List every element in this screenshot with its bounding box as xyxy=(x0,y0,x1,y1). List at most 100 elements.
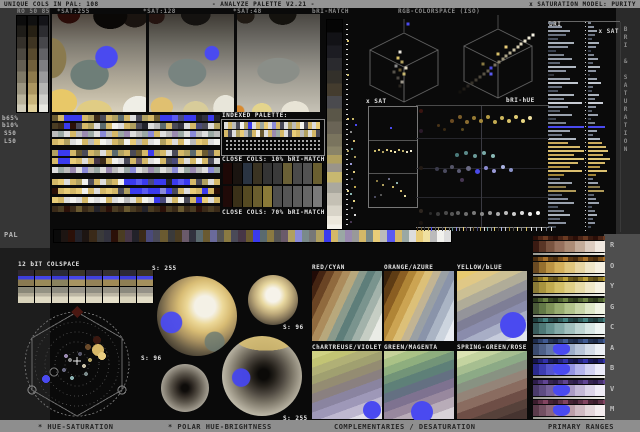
scatter-dot xyxy=(473,154,477,158)
scatter-dot xyxy=(507,119,511,123)
close-cols-10-label: CLOSE COLS: 10% bRI-MATCH xyxy=(222,156,325,163)
bri-bar xyxy=(548,110,560,112)
scatter-dot xyxy=(460,178,464,182)
primary-main-strip xyxy=(533,261,605,273)
bri-bar xyxy=(548,30,570,32)
pal-segment xyxy=(444,230,452,242)
pal-segment xyxy=(139,230,147,242)
sat-bar xyxy=(588,126,605,128)
sat-speck xyxy=(400,190,402,192)
close-cols-70-label: CLOSE COLS: 70% bRI-MATCH xyxy=(222,209,325,216)
palette-swatch xyxy=(316,122,320,129)
pal-segment xyxy=(295,230,303,242)
blue-blob xyxy=(363,400,382,419)
scatter-dot xyxy=(442,127,446,131)
sat-bar xyxy=(588,194,594,196)
b10-label: b10% xyxy=(2,122,19,129)
rug-tick xyxy=(517,227,518,231)
primary-thin-strip xyxy=(533,277,605,281)
comp-panel-label: YELLOW/bLUE xyxy=(457,264,503,271)
bri-hue-label: bRI-hUE xyxy=(506,97,535,104)
rug-tick xyxy=(541,227,542,231)
sorted-palette-strip xyxy=(53,229,452,243)
pal-segment xyxy=(259,230,267,242)
tick-speck xyxy=(350,163,352,165)
pal-segment xyxy=(401,230,409,242)
sat-bar xyxy=(588,190,604,192)
strip-segment xyxy=(214,179,220,185)
pal-segment xyxy=(181,230,189,242)
pal-segment xyxy=(167,230,175,242)
close-cols-row-10 xyxy=(223,163,323,184)
sat-bar xyxy=(588,98,595,100)
close-col-swatch xyxy=(273,186,283,207)
scatter-dot xyxy=(509,168,513,172)
scatter-dot xyxy=(492,169,496,173)
rug-tick xyxy=(513,227,514,231)
pal-segment xyxy=(217,230,225,242)
primary-light-strip xyxy=(533,314,605,317)
close-col-swatch xyxy=(293,163,303,184)
colspace-tile xyxy=(35,287,51,303)
primary-light-strip xyxy=(533,396,605,399)
rug-tick xyxy=(494,227,495,231)
pal-segment xyxy=(351,230,360,242)
saturation-model-label: x SATURATION MODEL: PURITY xyxy=(529,1,636,8)
bri-bar xyxy=(548,150,584,152)
colorspace-point xyxy=(496,52,500,56)
l50-label: L50 xyxy=(4,138,17,145)
sat-bar xyxy=(588,134,593,136)
pal-segment xyxy=(380,230,388,242)
sat-bar xyxy=(588,198,596,200)
close-col-swatch xyxy=(243,186,253,207)
footer-complementaries: COMPLEMENTARIES / DESATURATION xyxy=(334,423,476,431)
s50-label: S50 xyxy=(4,130,17,137)
pal-segment xyxy=(75,230,83,242)
comp-panel-red-cyan xyxy=(312,271,382,341)
bar-chart-header: bRI x SAT xyxy=(548,14,620,35)
bri-saturation-vertical-label: BRI & SATURATION xyxy=(622,26,629,154)
wheel-point xyxy=(88,358,92,362)
rug-tick xyxy=(435,227,436,231)
comp-panel-label: ORANGE/AZURE xyxy=(384,264,434,271)
empty-slot-dots xyxy=(225,139,321,152)
sat-bar xyxy=(588,186,600,188)
colorspace-point xyxy=(400,60,404,64)
bri-bar xyxy=(548,42,574,44)
pal-label: PAL xyxy=(4,231,19,239)
analyze-palette-app: { "header": { "left": "UNIQUE COLS IN PA… xyxy=(0,0,640,432)
sat-bar xyxy=(588,66,600,68)
comp-panel-label: SPRING-GREEN/ROSE xyxy=(457,344,527,351)
sat-bar xyxy=(588,90,592,92)
colorspace-point xyxy=(481,62,485,66)
footer-primary-ranges: PRIMARY RANGES xyxy=(548,423,615,431)
blue-blob xyxy=(553,364,570,375)
pal-segment xyxy=(82,230,90,242)
pal-segment xyxy=(273,230,281,242)
tick-speck xyxy=(351,207,353,209)
close-col-swatch xyxy=(293,186,303,207)
grid-line xyxy=(416,138,549,139)
pal-segment xyxy=(174,230,182,242)
blue-blob xyxy=(553,405,570,416)
scatter-dot xyxy=(474,168,480,174)
scatter-dot xyxy=(450,212,454,216)
colspace-tile xyxy=(18,270,34,286)
comp-panel-label: ChARTREUSE/VIOLET xyxy=(312,344,382,351)
sat-bar xyxy=(588,70,596,72)
bri-bar xyxy=(548,54,564,56)
primary-main-strip xyxy=(533,364,605,375)
sat-speck xyxy=(382,151,384,153)
bri-match-ramp xyxy=(326,19,343,232)
pal-segment xyxy=(210,230,218,242)
rug-tick xyxy=(459,227,460,231)
bri-bar xyxy=(548,94,574,96)
primary-letter-v: V xyxy=(610,384,615,393)
pal-segment xyxy=(359,230,367,242)
pal-segment xyxy=(96,230,104,242)
primary-light-strip xyxy=(533,273,605,276)
wheel-point xyxy=(68,358,72,362)
sat-bar xyxy=(588,46,596,48)
bri-bar xyxy=(548,62,560,64)
close-col-swatch xyxy=(253,186,263,207)
